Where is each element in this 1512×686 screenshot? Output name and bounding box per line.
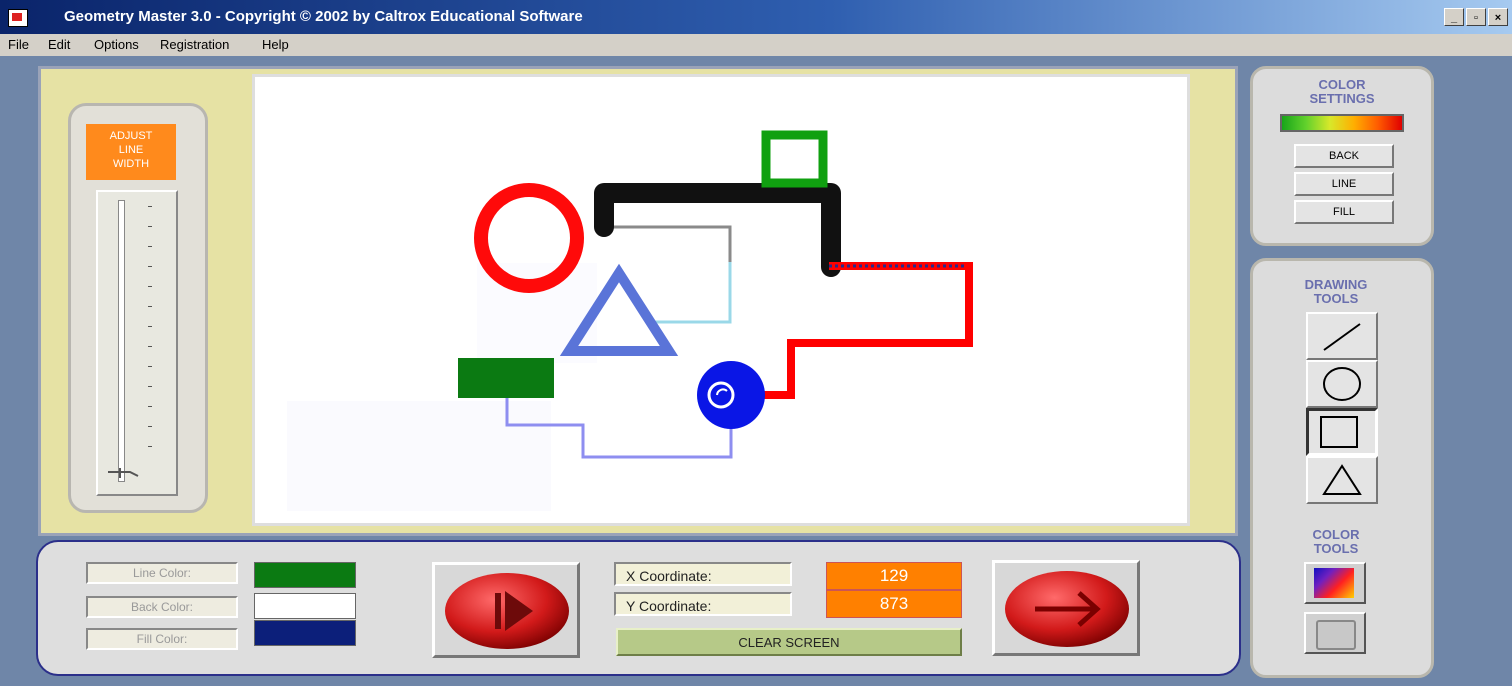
blue-circle: [697, 361, 765, 429]
window-controls: _ ▫ ×: [1444, 8, 1508, 26]
close-button[interactable]: ×: [1488, 8, 1508, 26]
canvas-drawing: [287, 130, 973, 511]
next-button[interactable]: [992, 560, 1140, 656]
rectangle-icon: [1320, 416, 1358, 448]
window-title: Geometry Master 3.0 - Copyright © 2002 b…: [64, 8, 583, 25]
fill-color-swatch[interactable]: [254, 620, 356, 646]
line-color-button[interactable]: LINE: [1294, 172, 1394, 196]
play-button[interactable]: [432, 562, 580, 658]
drawing-tools-heading: DRAWING TOOLS: [1304, 277, 1368, 306]
line-width-slider-thumb[interactable]: [106, 466, 142, 480]
line-width-slider-track[interactable]: [118, 200, 125, 482]
drawing-canvas[interactable]: [252, 74, 1190, 526]
line-color-label: Line Color:: [86, 562, 238, 584]
minimize-button[interactable]: _: [1444, 8, 1464, 26]
back-color-button[interactable]: BACK: [1294, 144, 1394, 168]
color-settings-heading: COLOR SETTINGS: [1309, 77, 1375, 106]
line-tool-button[interactable]: [1306, 312, 1378, 360]
fill-color-button[interactable]: FILL: [1294, 200, 1394, 224]
green-square: [761, 130, 828, 188]
rectangle-tool-button[interactable]: [1306, 408, 1378, 456]
app-icon[interactable]: [8, 9, 28, 27]
menu-edit[interactable]: Edit: [48, 37, 70, 52]
y-coordinate-value: 873: [826, 590, 962, 618]
x-coordinate-value: 129: [826, 562, 962, 590]
color-spectrum-bar[interactable]: [1280, 114, 1404, 132]
line-width-slider-box: [96, 190, 178, 496]
menu-registration[interactable]: Registration: [160, 37, 229, 52]
menu-bar: File Edit Options Registration Help: [0, 34, 1512, 56]
color-picker-button[interactable]: [1304, 562, 1366, 604]
color-tools-heading: COLOR TOOLS: [1312, 527, 1360, 556]
line-color-swatch[interactable]: [254, 562, 356, 588]
back-color-label: Back Color:: [86, 596, 238, 618]
triangle-icon: [1322, 464, 1362, 495]
red-polyline: [759, 262, 973, 399]
black-polyline: [594, 183, 841, 277]
circle-tool-button[interactable]: [1306, 360, 1378, 408]
title-bar: Geometry Master 3.0 - Copyright © 2002 b…: [0, 0, 1512, 34]
back-color-swatch[interactable]: [254, 593, 356, 619]
play-icon: [445, 573, 569, 649]
line-icon: [1323, 323, 1361, 351]
green-rectangle: [458, 358, 554, 398]
circle-icon: [1323, 367, 1361, 401]
clear-screen-button[interactable]: CLEAR SCREEN: [616, 628, 962, 656]
adjust-line-width-label: ADJUST LINE WIDTH: [86, 124, 176, 180]
menu-help[interactable]: Help: [262, 37, 289, 52]
fill-tool-button[interactable]: [1304, 612, 1366, 654]
palette-icon: [1314, 568, 1354, 598]
fill-color-label: Fill Color:: [86, 628, 238, 650]
x-coordinate-label: X Coordinate:: [614, 562, 792, 586]
menu-options[interactable]: Options: [94, 37, 139, 52]
y-coordinate-label: Y Coordinate:: [614, 592, 792, 616]
maximize-button[interactable]: ▫: [1466, 8, 1486, 26]
triangle-tool-button[interactable]: [1306, 456, 1378, 504]
arrow-right-icon: [1005, 571, 1129, 647]
menu-file[interactable]: File: [8, 37, 29, 52]
fill-icon: [1316, 620, 1356, 650]
